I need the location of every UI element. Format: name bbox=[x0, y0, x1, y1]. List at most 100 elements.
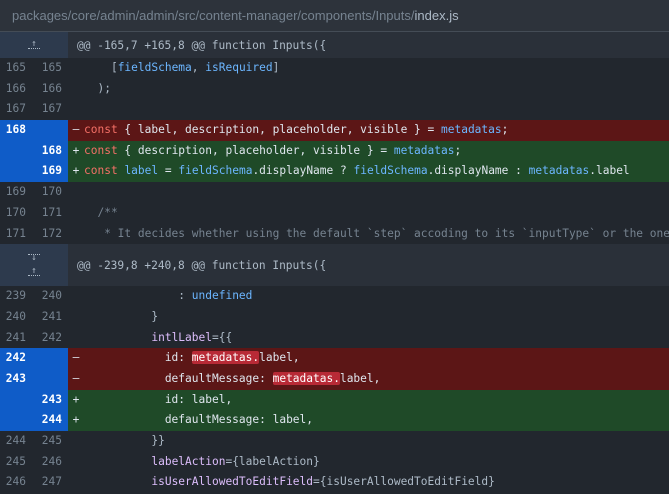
file-name: index.js bbox=[414, 8, 459, 23]
diff-line: 240 241 } bbox=[0, 306, 669, 328]
code-line bbox=[84, 182, 669, 203]
diff-line: 244 245 }} bbox=[0, 431, 669, 452]
new-line-number[interactable]: 244 bbox=[32, 410, 68, 431]
code-line bbox=[84, 99, 669, 121]
old-line-number[interactable] bbox=[0, 410, 32, 431]
hunk-header: ↑ @@ -165,7 +165,8 @@ function Inputs({ bbox=[0, 32, 669, 58]
new-line-number[interactable]: 167 bbox=[32, 99, 68, 121]
added-line: 243 + id: label, bbox=[0, 389, 669, 411]
diff-line: 167 167 bbox=[0, 99, 669, 121]
diff-marker bbox=[68, 431, 84, 452]
old-line-number[interactable]: 171 bbox=[0, 223, 32, 245]
diff-line: 166 166 ); bbox=[0, 78, 669, 100]
diff-marker bbox=[68, 78, 84, 100]
new-line-number[interactable]: 165 bbox=[32, 58, 68, 79]
old-line-number[interactable] bbox=[0, 140, 32, 162]
hunk-lines: 239 240 : undefined 240 241 } 241 242 intlL… bbox=[0, 286, 669, 494]
code-line: const { description, placeholder, visibl… bbox=[84, 140, 669, 162]
diff-line: 245 246 labelAction={labelAction} bbox=[0, 451, 669, 473]
expand-up-button[interactable]: ↑ bbox=[0, 32, 68, 58]
diff-marker bbox=[68, 58, 84, 79]
new-line-number[interactable] bbox=[32, 368, 68, 390]
diff-line: 165 165 [fieldSchema, isRequired] bbox=[0, 58, 669, 79]
added-line: 168 + const { description, placeholder, vi… bbox=[0, 140, 669, 162]
deleted-line: 243 – defaultMessage: metadatas.label, bbox=[0, 368, 669, 390]
deleted-line: 168 – const { label, description, placehol… bbox=[0, 120, 669, 141]
code-line: intlLabel={{ bbox=[84, 327, 669, 349]
file-path-prefix: packages/core/admin/admin/src/content-ma… bbox=[12, 8, 415, 23]
new-line-number[interactable]: 241 bbox=[32, 306, 68, 328]
old-line-number[interactable]: 246 bbox=[0, 472, 32, 494]
addition-marker: + bbox=[68, 410, 84, 431]
diff-marker bbox=[68, 223, 84, 245]
expand-up-icon: ↑ bbox=[28, 40, 40, 49]
diff-marker bbox=[68, 306, 84, 328]
old-line-number[interactable] bbox=[0, 161, 32, 183]
diff-marker bbox=[68, 286, 84, 307]
new-line-number[interactable]: 246 bbox=[32, 451, 68, 473]
old-line-number[interactable] bbox=[0, 389, 32, 411]
old-line-number[interactable]: 241 bbox=[0, 327, 32, 349]
diff-line: 170 171 /** bbox=[0, 202, 669, 224]
code-line: : undefined bbox=[84, 286, 669, 307]
diff-marker bbox=[68, 327, 84, 349]
diff-marker bbox=[68, 451, 84, 473]
diff-line: 239 240 : undefined bbox=[0, 286, 669, 307]
old-line-number[interactable]: 165 bbox=[0, 58, 32, 79]
code-line: [fieldSchema, isRequired] bbox=[84, 58, 669, 79]
old-line-number[interactable]: 245 bbox=[0, 451, 32, 473]
code-line: * It decides whether using the default `… bbox=[84, 223, 669, 245]
new-line-number[interactable]: 240 bbox=[32, 286, 68, 307]
diff-marker bbox=[68, 99, 84, 121]
deleted-line: 242 – id: metadatas.label, bbox=[0, 348, 669, 369]
addition-marker: + bbox=[68, 140, 84, 162]
code-line: } bbox=[84, 306, 669, 328]
added-line: 244 + defaultMessage: label, bbox=[0, 410, 669, 431]
new-line-number[interactable]: 247 bbox=[32, 472, 68, 494]
code-line: id: metadatas.label, bbox=[84, 348, 669, 369]
old-line-number[interactable]: 169 bbox=[0, 182, 32, 203]
code-line: defaultMessage: metadatas.label, bbox=[84, 368, 669, 390]
new-line-number[interactable]: 170 bbox=[32, 182, 68, 203]
expand-buttons: ↓ ↑ bbox=[0, 244, 68, 287]
code-line: isUserAllowedToEditField={isUserAllowedT… bbox=[84, 472, 669, 494]
old-line-number[interactable]: 242 bbox=[0, 348, 32, 369]
deletion-marker: – bbox=[68, 348, 84, 369]
diff-viewer: packages/core/admin/admin/src/content-ma… bbox=[0, 0, 669, 494]
old-line-number[interactable]: 244 bbox=[0, 431, 32, 452]
diff-marker bbox=[68, 202, 84, 224]
hunk-header: ↓ ↑ @@ -239,8 +240,8 @@ function Inputs(… bbox=[0, 244, 669, 287]
diff-marker bbox=[68, 182, 84, 203]
code-line: id: label, bbox=[84, 389, 669, 411]
deletion-marker: – bbox=[68, 120, 84, 141]
new-line-number[interactable] bbox=[32, 348, 68, 369]
new-line-number[interactable]: 242 bbox=[32, 327, 68, 349]
added-line: 169 + const label = fieldSchema.displayNam… bbox=[0, 161, 669, 183]
file-header[interactable]: packages/core/admin/admin/src/content-ma… bbox=[0, 0, 669, 32]
addition-marker: + bbox=[68, 389, 84, 411]
diff-marker bbox=[68, 472, 84, 494]
code-line: defaultMessage: label, bbox=[84, 410, 669, 431]
code-line: ); bbox=[84, 78, 669, 100]
code-line: const label = fieldSchema.displayName ? … bbox=[84, 161, 669, 183]
new-line-number[interactable]: 168 bbox=[32, 140, 68, 162]
new-line-number[interactable]: 243 bbox=[32, 389, 68, 411]
expand-down-icon[interactable]: ↓ bbox=[28, 254, 40, 263]
old-line-number[interactable]: 167 bbox=[0, 99, 32, 121]
old-line-number[interactable]: 240 bbox=[0, 306, 32, 328]
code-line: }} bbox=[84, 431, 669, 452]
new-line-number[interactable]: 245 bbox=[32, 431, 68, 452]
old-line-number[interactable]: 243 bbox=[0, 368, 32, 390]
new-line-number[interactable]: 169 bbox=[32, 161, 68, 183]
old-line-number[interactable]: 239 bbox=[0, 286, 32, 307]
new-line-number[interactable]: 171 bbox=[32, 202, 68, 224]
diff-line: 246 247 isUserAllowedToEditField={isUserA… bbox=[0, 472, 669, 494]
new-line-number[interactable]: 166 bbox=[32, 78, 68, 100]
expand-up-icon[interactable]: ↑ bbox=[28, 267, 40, 277]
addition-marker: + bbox=[68, 161, 84, 183]
old-line-number[interactable]: 170 bbox=[0, 202, 32, 224]
old-line-number[interactable]: 168 bbox=[0, 120, 32, 141]
new-line-number[interactable] bbox=[32, 120, 68, 141]
new-line-number[interactable]: 172 bbox=[32, 223, 68, 245]
old-line-number[interactable]: 166 bbox=[0, 78, 32, 100]
